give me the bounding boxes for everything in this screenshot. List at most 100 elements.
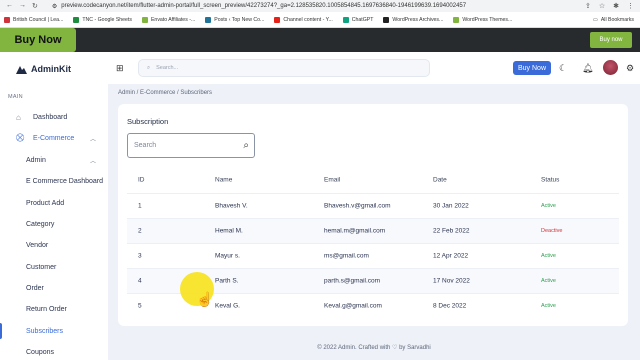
column-header-id[interactable]: ID [138,177,145,184]
table-row[interactable]: 3 Mayur s. ms@gmail.com 12 Apr 2022 Active [127,243,619,268]
sidebar-item-e-commerce-dashboard[interactable]: E Commerce Dashboard [0,173,108,189]
cell-email: parth.s@gmail.com [324,277,381,285]
forward-icon[interactable]: → [19,2,26,10]
bookmark-label: ChatGPT [351,16,374,23]
favicon-icon [453,16,460,23]
cell-email: Bhavesh.v@gmail.com [324,202,391,210]
bookmark-item[interactable]: ChatGPT [342,16,374,23]
bookmarks-bar: British Council | Lea... TNC - Google She… [0,12,640,28]
cell-date: 17 Nov 2022 [433,277,470,285]
status-badge: Active [541,303,556,309]
buy-now-promo-button[interactable]: Buy Now [0,28,76,52]
cell-id: 4 [138,277,142,285]
site-info-icon[interactable]: ⚙ [52,3,57,10]
cell-email: Keval.g@gmail.com [324,302,382,310]
column-header-date[interactable]: Date [433,177,447,184]
reload-icon[interactable]: ↻ [32,2,38,10]
bookmark-item[interactable]: Posts ‹ Top New Co... [205,16,265,23]
brand-logo[interactable]: AdminKit [16,64,71,74]
cell-email: hemal.m@gmail.com [324,227,386,235]
card-title: Subscription [127,117,169,126]
favicon-icon [205,16,212,23]
table-header: ID Name Email Date Status [127,172,619,188]
search-icon: ⌕ [147,64,151,71]
bookmark-label: TNC - Google Sheets [82,16,132,23]
cell-date: 12 Apr 2022 [433,252,469,260]
favicon-icon [342,16,349,23]
bookmark-label: British Council | Lea... [13,16,64,23]
bookmark-item[interactable]: British Council | Lea... [4,16,64,23]
settings-gear-icon[interactable]: ⚙ [626,63,634,74]
share-icon[interactable]: ⇪ [585,2,591,10]
star-icon[interactable]: ☆ [599,2,605,10]
user-avatar[interactable] [603,60,618,75]
hand-cursor-icon: ☝ [196,291,214,307]
cell-name: Hemal M. [215,227,243,235]
apps-grid-icon[interactable]: ⊞ [116,63,124,74]
browser-toolbar: ← → ↻ ⚙ preview.codecanyon.net/item/flut… [0,0,640,12]
bookmark-item[interactable]: WordPress Themes... [453,16,512,23]
buy-now-button[interactable]: Buy Now [513,61,551,75]
bookmark-label: Envato Affiliates -... [150,16,196,23]
bookmark-label: Channel content - Y... [283,16,333,23]
favicon-icon [274,16,281,23]
cell-name: Keval G. [215,302,240,310]
sidebar-item-subscribers[interactable]: Subscribers [0,323,108,339]
chevron-up-icon: ︿ [89,136,96,143]
breadcrumb: Admin / E-Commerce / Subscribers [118,90,213,96]
sidebar-item-dashboard[interactable]: ⌂ Dashboard [0,109,108,125]
cell-id: 3 [138,252,142,260]
notification-bell-icon[interactable]: 🔔︎ [582,63,593,74]
sidebar: AdminKit MAIN ⌂ Dashboard ⛒ E-Commerce ︿… [0,52,108,360]
sidebar-item-vendor[interactable]: Vendor [0,237,108,253]
favicon-icon [4,16,10,23]
sidebar-item-customer[interactable]: Customer [0,259,108,275]
bookmark-label: WordPress Archives... [392,16,444,23]
column-header-name[interactable]: Name [215,177,232,184]
cell-name: Bhavesh V. [215,202,248,210]
status-badge: Deactive [541,228,563,234]
column-header-status[interactable]: Status [541,177,559,184]
adminkit-logo-icon [16,65,27,74]
column-header-email[interactable]: Email [324,177,340,184]
subscription-search-input[interactable]: Search ⌕ [127,133,255,158]
all-bookmarks-button[interactable]: ▭ All Bookmarks [593,17,640,23]
dark-mode-icon[interactable]: ☾ [559,63,567,74]
cell-date: 30 Jan 2022 [433,202,469,210]
buy-now-small-button[interactable]: Buy now [590,32,632,48]
bookmark-item[interactable]: WordPress Archives... [383,16,444,23]
sidebar-item-category[interactable]: Category [0,216,108,232]
search-icon: ⌕ [243,140,249,151]
folder-icon: ▭ [592,16,598,23]
sidebar-item-e-commerce[interactable]: ⛒ E-Commerce ︿ [0,130,108,146]
sidebar-item-order[interactable]: Order [0,280,108,296]
cell-name: Mayur s. [215,252,240,260]
bookmark-item[interactable]: Channel content - Y... [274,16,333,23]
home-icon: ⌂ [16,112,21,122]
envato-promo-bar: Buy Now Buy now [0,28,640,52]
sidebar-item-return-order[interactable]: Return Order [0,301,108,317]
cell-id: 5 [138,302,142,310]
search-placeholder: Search... [156,65,179,71]
sidebar-item-admin[interactable]: Admin ︿ [0,152,108,168]
address-bar[interactable]: ⚙ preview.codecanyon.net/item/flutter-ad… [52,3,466,10]
extensions-icon[interactable]: ✱ [613,2,619,10]
sidebar-item-product-add[interactable]: Product Add [0,195,108,211]
cell-id: 1 [138,202,142,210]
favicon-icon [73,16,80,23]
table-row[interactable]: 2 Hemal M. hemal.m@gmail.com 22 Feb 2022 Dea… [127,218,619,243]
global-search-input[interactable]: ⌕ Search... [138,59,430,77]
bookmark-item[interactable]: TNC - Google Sheets [73,16,132,23]
cell-date: 8 Dec 2022 [433,302,467,310]
menu-icon[interactable]: ⋮ [627,2,634,10]
search-placeholder: Search [134,142,157,149]
all-bookmarks-label: All Bookmarks [600,16,634,23]
table-row[interactable]: 1 Bhavesh V. Bhavesh.v@gmail.com 30 Jan 202… [127,193,619,218]
favicon-icon [141,16,148,23]
back-icon[interactable]: ← [6,2,13,10]
bookmark-label: Posts ‹ Top New Co... [214,16,265,23]
cell-id: 2 [138,227,142,235]
footer-credit: © 2022 Admin. Crafted with ♡ by Sarvadhi [317,345,431,351]
top-header: ⊞ ⌕ Search... Buy Now ☾ 🔔︎ ⚙ [108,52,640,84]
bookmark-item[interactable]: Envato Affiliates -... [141,16,196,23]
